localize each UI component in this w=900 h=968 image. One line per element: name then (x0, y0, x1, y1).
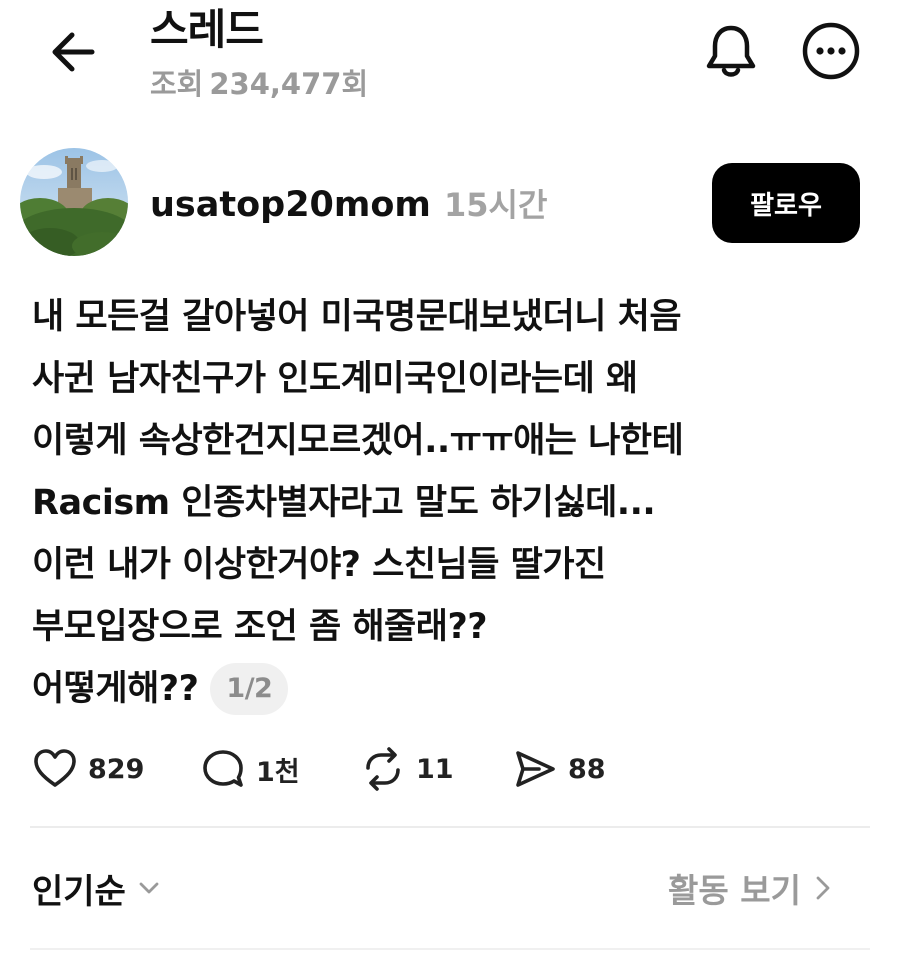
sort-label: 인기순 (32, 871, 126, 912)
heart-icon (34, 749, 76, 787)
view-activity-label: 활동 보기 (668, 871, 801, 910)
more-icon (802, 22, 860, 80)
arrow-left-icon (52, 32, 95, 72)
post-text-line: 사귄 남자친구가 인도계미국인이라는데 왜 (32, 359, 638, 399)
post-text-line: 내 모든걸 갈아넣어 미국명문대보냈더니 처음 (32, 297, 682, 337)
view-activity-link[interactable]: 활동 보기 (668, 860, 835, 916)
chevron-right-icon (816, 876, 830, 900)
divider (30, 826, 870, 828)
view-count: 조회 234,477회 (150, 64, 374, 104)
back-button[interactable] (44, 22, 104, 82)
avatar[interactable] (20, 148, 128, 256)
share-button[interactable]: 88 (512, 742, 606, 796)
post-text-line: 부모입장으로 조언 좀 해줄래?? (32, 607, 488, 647)
follow-button[interactable]: 팔로우 (712, 163, 860, 243)
repost-button[interactable]: 11 (360, 742, 454, 796)
send-icon (516, 751, 555, 787)
avatar-image (20, 148, 128, 256)
like-count: 829 (88, 753, 145, 785)
post-text-line: 어떻게해?? (32, 669, 199, 709)
post-time: 15시간 (444, 186, 548, 224)
username[interactable]: usatop20mom (150, 180, 431, 230)
repost-count: 11 (416, 753, 454, 785)
sort-dropdown[interactable]: 인기순 (32, 860, 162, 916)
comment-icon (203, 750, 243, 787)
post-text-line: 이런 내가 이상한거야? 스친님들 딸가진 (32, 545, 606, 585)
page-title: 스레드 (150, 5, 264, 54)
post-text-line: Racism 인종차별자라고 말도 하기싫데... (32, 483, 656, 523)
post-last-row: 어떻게해?? 1/2 (32, 658, 872, 720)
notification-button[interactable] (698, 18, 764, 84)
bell-icon (706, 25, 756, 77)
reply-button[interactable]: 1천 (200, 742, 300, 796)
share-count: 88 (568, 753, 606, 785)
like-button[interactable]: 829 (32, 742, 144, 796)
repost-icon (366, 747, 400, 791)
post-body: 내 모든걸 갈아넣어 미국명문대보냈더니 처음 사귄 남자친구가 인도계미국인이… (32, 286, 872, 720)
thread-page-indicator: 1/2 (210, 663, 289, 715)
reply-count: 1천 (256, 756, 300, 788)
divider (30, 948, 870, 950)
more-button[interactable] (798, 18, 864, 84)
view-count-value: 234,477회 (209, 67, 369, 101)
chevron-down-icon (139, 882, 159, 894)
post-text-line: 이렇게 속상한건지모르겠어..ㅠㅠ애는 나한테 (32, 421, 684, 461)
view-count-label: 조회 (150, 67, 204, 101)
